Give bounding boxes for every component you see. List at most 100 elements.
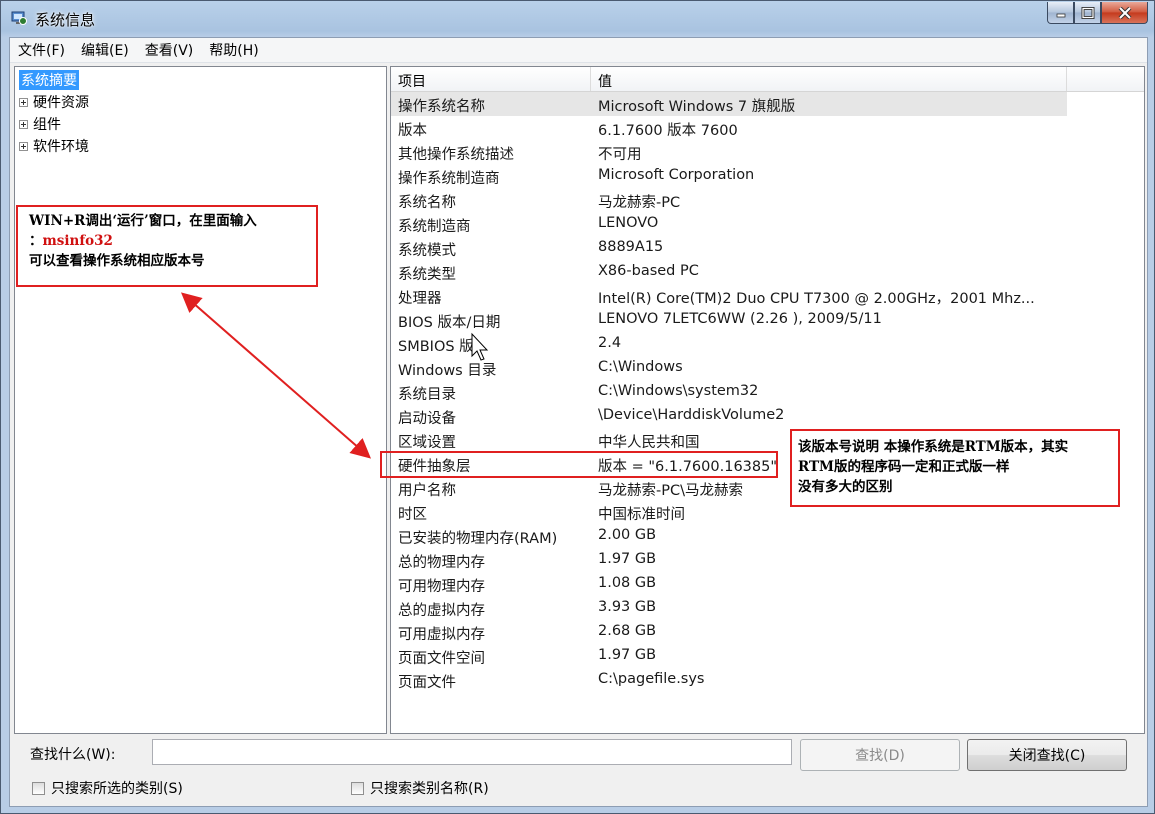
menu-edit[interactable]: 编辑(E) <box>73 40 137 60</box>
row-value: Intel(R) Core(TM)2 Duo CPU T7300 @ 2.00G… <box>598 291 1035 307</box>
menu-help[interactable]: 帮助(H) <box>201 40 266 60</box>
table-row[interactable]: 页面文件空间 1.97 GB <box>391 644 1144 668</box>
row-item: SMBIOS 版 <box>398 339 474 355</box>
row-item: 系统模式 <box>398 243 456 259</box>
annotation-text: 该版本号说明 本操作系统是RTM版本，其实 <box>798 439 1069 455</box>
checkbox-box[interactable] <box>32 781 45 795</box>
title-bar[interactable]: 系统信息 <box>1 1 1154 37</box>
tree-item-components[interactable]: 组件 <box>19 114 61 134</box>
expand-icon[interactable] <box>19 119 28 129</box>
table-row[interactable]: 其他操作系统描述 不可用 <box>391 140 1144 164</box>
table-row[interactable]: 操作系统制造商 Microsoft Corporation <box>391 164 1144 188</box>
row-item: 启动设备 <box>398 411 456 427</box>
annotation-text: 可以查看操作系统相应版本号 <box>29 253 205 269</box>
table-row[interactable]: 操作系统名称 Microsoft Windows 7 旗舰版 <box>391 92 1067 116</box>
row-value: 中国标准时间 <box>598 507 685 523</box>
column-header-value[interactable]: 值 <box>598 71 612 91</box>
row-item: BIOS 版本/日期 <box>398 315 501 331</box>
find-button[interactable]: 查找(D) <box>800 739 960 771</box>
row-value: 1.97 GB <box>598 551 657 567</box>
window-title: 系统信息 <box>35 11 96 29</box>
row-item: 总的虚拟内存 <box>398 603 485 619</box>
minimize-button[interactable] <box>1047 2 1074 24</box>
checkbox-box[interactable] <box>351 781 364 795</box>
row-item: 可用虚拟内存 <box>398 627 485 643</box>
row-item: 处理器 <box>398 291 442 307</box>
row-value: 不可用 <box>598 147 642 163</box>
close-icon <box>1118 6 1131 19</box>
list-header: 项目 值 <box>391 67 1144 92</box>
tree-item-label: 系统摘要 <box>19 70 79 90</box>
close-button[interactable] <box>1101 2 1148 24</box>
row-item: 其他操作系统描述 <box>398 147 514 163</box>
column-divider[interactable] <box>1066 67 1067 91</box>
row-value: C:\Windows <box>598 359 683 375</box>
table-row[interactable]: SMBIOS 版 2.4 <box>391 332 1144 356</box>
row-value: 1.08 GB <box>598 575 657 591</box>
table-row[interactable]: BIOS 版本/日期 LENOVO 7LETC6WW (2.26 ), 2009/… <box>391 308 1144 332</box>
row-value: Microsoft Windows 7 旗舰版 <box>598 99 796 115</box>
expand-icon[interactable] <box>19 97 28 107</box>
system-info-icon <box>11 11 27 25</box>
close-find-button[interactable]: 关闭查找(C) <box>967 739 1127 771</box>
category-tree[interactable]: 系统摘要 硬件资源 组件 软件环境 <box>14 66 387 734</box>
row-item: 操作系统名称 <box>398 99 485 115</box>
search-selected-category-checkbox[interactable]: 只搜索所选的类别(S) <box>32 778 183 798</box>
row-value: X86-based PC <box>598 263 699 279</box>
table-row[interactable]: 系统目录 C:\Windows\system32 <box>391 380 1144 404</box>
table-row[interactable]: 系统名称 马龙赫索-PC <box>391 188 1144 212</box>
row-value: C:\Windows\system32 <box>598 383 759 399</box>
table-row[interactable]: 页面文件 C:\pagefile.sys <box>391 668 1144 692</box>
row-item: 区域设置 <box>398 435 456 451</box>
row-item: 已安装的物理内存(RAM) <box>398 531 558 547</box>
row-value: Microsoft Corporation <box>598 167 755 183</box>
row-value: 马龙赫索-PC <box>598 195 681 211</box>
row-item: 页面文件空间 <box>398 651 485 667</box>
table-row[interactable]: 可用物理内存 1.08 GB <box>391 572 1144 596</box>
expand-icon[interactable] <box>19 141 28 151</box>
tree-item-software-environment[interactable]: 软件环境 <box>19 136 89 156</box>
table-row[interactable]: 系统类型 X86-based PC <box>391 260 1144 284</box>
annotation-box-right: 该版本号说明 本操作系统是RTM版本，其实 RTM版的程序码一定和正式版一样 没… <box>790 429 1120 507</box>
search-category-names-checkbox[interactable]: 只搜索类别名称(R) <box>351 778 489 798</box>
row-value: \Device\HarddiskVolume2 <box>598 407 785 423</box>
row-value: 2.00 GB <box>598 527 657 543</box>
table-row[interactable]: 可用虚拟内存 2.68 GB <box>391 620 1144 644</box>
menu-file[interactable]: 文件(F) <box>10 40 73 60</box>
tree-item-hardware-resources[interactable]: 硬件资源 <box>19 92 89 112</box>
row-item: 可用物理内存 <box>398 579 485 595</box>
find-input[interactable] <box>152 739 792 765</box>
table-row[interactable]: Windows 目录 C:\Windows <box>391 356 1144 380</box>
table-row[interactable]: 启动设备 \Device\HarddiskVolume2 <box>391 404 1144 428</box>
checkbox-label: 只搜索所选的类别(S) <box>51 781 183 797</box>
find-bar: 查找什么(W): 查找(D) 关闭查找(C) 只搜索所选的类别(S) 只搜索类别… <box>10 734 1147 808</box>
menu-view[interactable]: 查看(V) <box>137 40 202 60</box>
row-value: 8889A15 <box>598 239 664 255</box>
highlight-hal-row <box>380 451 778 478</box>
row-item: 系统名称 <box>398 195 456 211</box>
row-value: 2.68 GB <box>598 623 657 639</box>
column-header-item[interactable]: 项目 <box>398 71 426 91</box>
row-value: LENOVO <box>598 215 659 231</box>
tree-item-label: 组件 <box>33 117 61 133</box>
column-divider[interactable] <box>590 67 591 91</box>
tree-item-label: 软件环境 <box>33 139 89 155</box>
tree-item-system-summary[interactable]: 系统摘要 <box>19 70 79 90</box>
annotation-text: ：msinfo32 <box>29 233 113 249</box>
row-item: 时区 <box>398 507 427 523</box>
annotation-box-left: WIN+R调出‘运行’窗口，在里面输入 ：msinfo32 可以查看操作系统相应… <box>16 205 318 287</box>
row-item: 版本 <box>398 123 427 139</box>
table-row[interactable]: 版本 6.1.7600 版本 7600 <box>391 116 1144 140</box>
row-item: 用户名称 <box>398 483 456 499</box>
table-row[interactable]: 系统模式 8889A15 <box>391 236 1144 260</box>
table-row[interactable]: 总的虚拟内存 3.93 GB <box>391 596 1144 620</box>
table-row[interactable]: 系统制造商 LENOVO <box>391 212 1144 236</box>
table-row[interactable]: 处理器 Intel(R) Core(TM)2 Duo CPU T7300 @ 2.… <box>391 284 1144 308</box>
table-row[interactable]: 已安装的物理内存(RAM) 2.00 GB <box>391 524 1144 548</box>
row-value: 马龙赫索-PC\马龙赫索 <box>598 483 743 499</box>
details-list[interactable]: 项目 值 操作系统名称 Microsoft Windows 7 旗舰版 版本 6.1.… <box>390 66 1145 734</box>
maximize-button[interactable] <box>1074 2 1101 24</box>
table-row[interactable]: 总的物理内存 1.97 GB <box>391 548 1144 572</box>
row-item: 系统目录 <box>398 387 456 403</box>
menu-bar: 文件(F) 编辑(E) 查看(V) 帮助(H) <box>10 38 1147 63</box>
